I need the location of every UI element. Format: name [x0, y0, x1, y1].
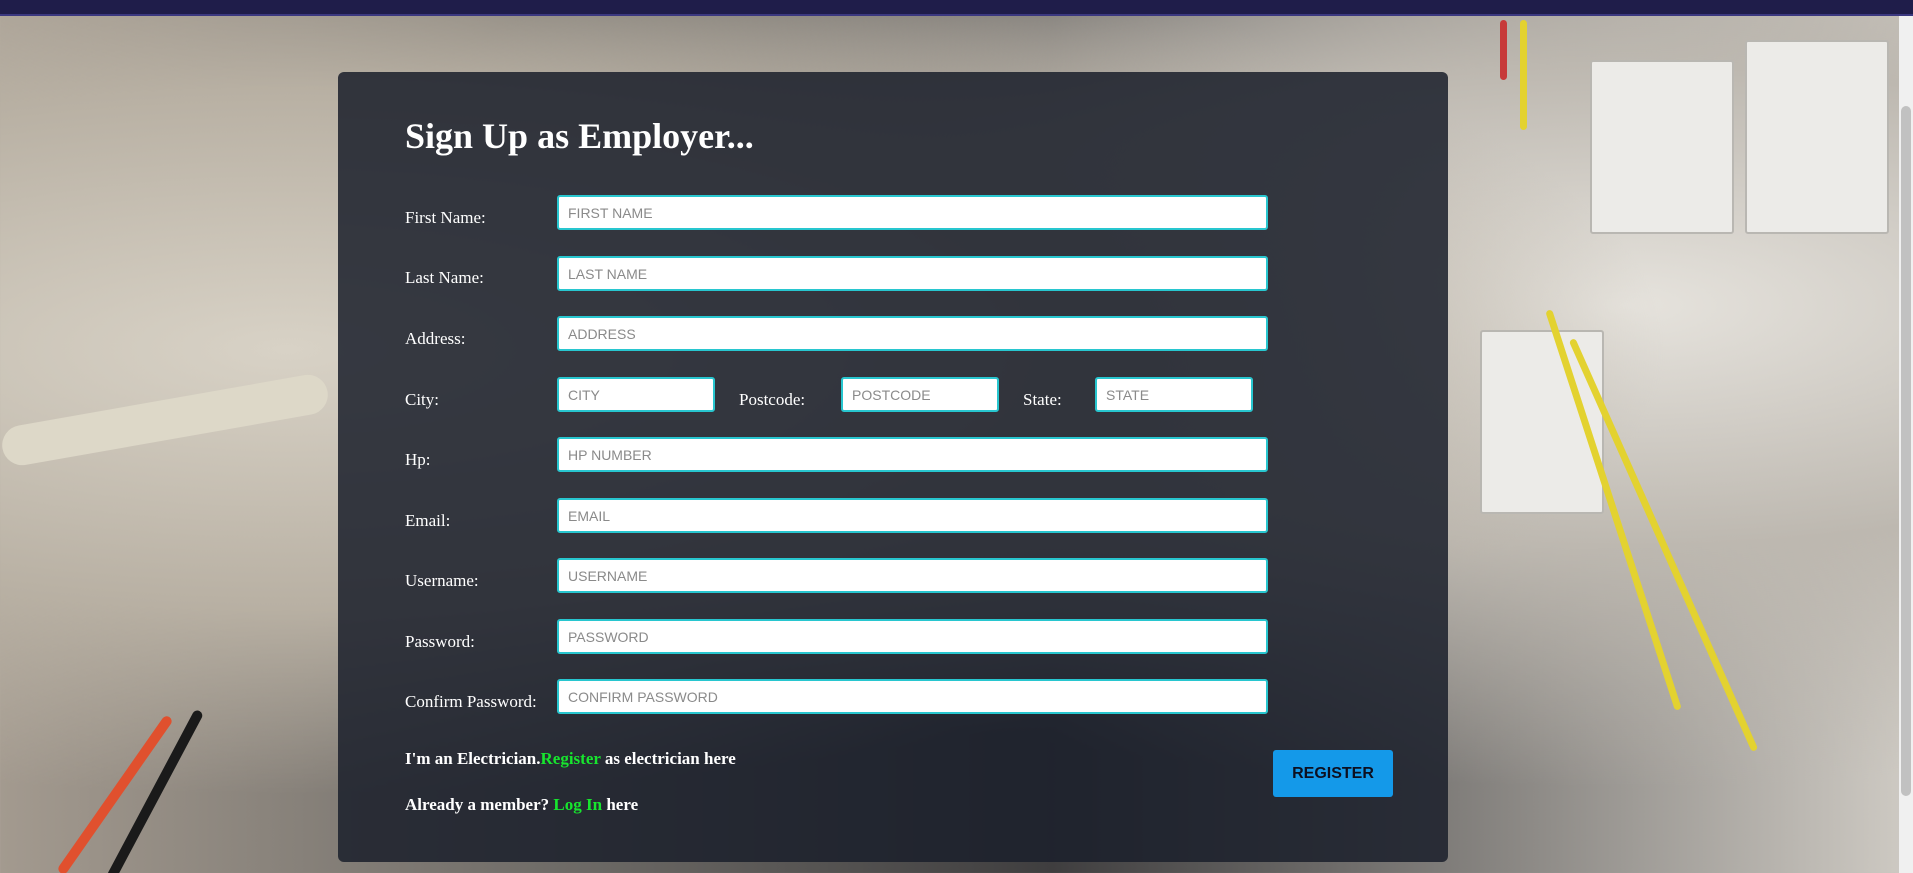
member-login-note: Already a member? Log In here [405, 795, 638, 815]
last-name-label: Last Name: [405, 268, 484, 287]
register-button[interactable]: REGISTER [1273, 750, 1393, 797]
first-name-label: First Name: [405, 208, 486, 227]
background-breaker-block [1590, 60, 1734, 234]
hp-number-input[interactable] [557, 437, 1268, 472]
electrician-note-prefix: I'm an Electrician. [405, 749, 541, 768]
confirm-password-label: Confirm Password: [405, 692, 537, 711]
scrollbar-thumb[interactable] [1901, 106, 1911, 796]
postcode-label: Postcode: [739, 390, 806, 409]
electrician-note-suffix: as electrician here [600, 749, 736, 768]
background-breaker-block [1480, 330, 1604, 514]
postcode-input[interactable] [841, 377, 999, 412]
first-name-input[interactable] [557, 195, 1268, 230]
background-probe-lead [56, 714, 174, 873]
background-wire [1520, 20, 1527, 130]
background-wire [1500, 20, 1507, 80]
background-wire [1545, 309, 1682, 711]
email-label: Email: [405, 511, 451, 530]
electrician-register-note: I'm an Electrician.Register as electrici… [405, 749, 736, 769]
page-scrollbar[interactable] [1899, 16, 1913, 873]
email-input[interactable] [557, 498, 1268, 533]
signup-form-card: Sign Up as Employer... First Name: Last … [338, 72, 1448, 862]
register-electrician-link[interactable]: Register [541, 749, 601, 768]
city-input[interactable] [557, 377, 715, 412]
username-input[interactable] [557, 558, 1268, 593]
password-label: Password: [405, 632, 475, 651]
form-title: Sign Up as Employer... [405, 116, 754, 156]
state-label: State: [1023, 390, 1062, 409]
address-label: Address: [405, 329, 466, 348]
background-probe-lead [105, 708, 205, 873]
background-wire [1568, 338, 1759, 752]
member-note-prefix: Already a member? [405, 795, 554, 814]
hp-label: Hp: [405, 450, 431, 469]
member-note-suffix: here [602, 795, 639, 814]
state-input[interactable] [1095, 377, 1253, 412]
username-label: Username: [405, 571, 479, 590]
last-name-input[interactable] [557, 256, 1268, 291]
top-bar [0, 0, 1913, 16]
confirm-password-input[interactable] [557, 679, 1268, 714]
password-input[interactable] [557, 619, 1268, 654]
log-in-link[interactable]: Log In [553, 795, 602, 814]
city-label: City: [405, 390, 440, 409]
address-input[interactable] [557, 316, 1268, 351]
background-cable [0, 371, 331, 469]
background-breaker-block [1745, 40, 1889, 234]
